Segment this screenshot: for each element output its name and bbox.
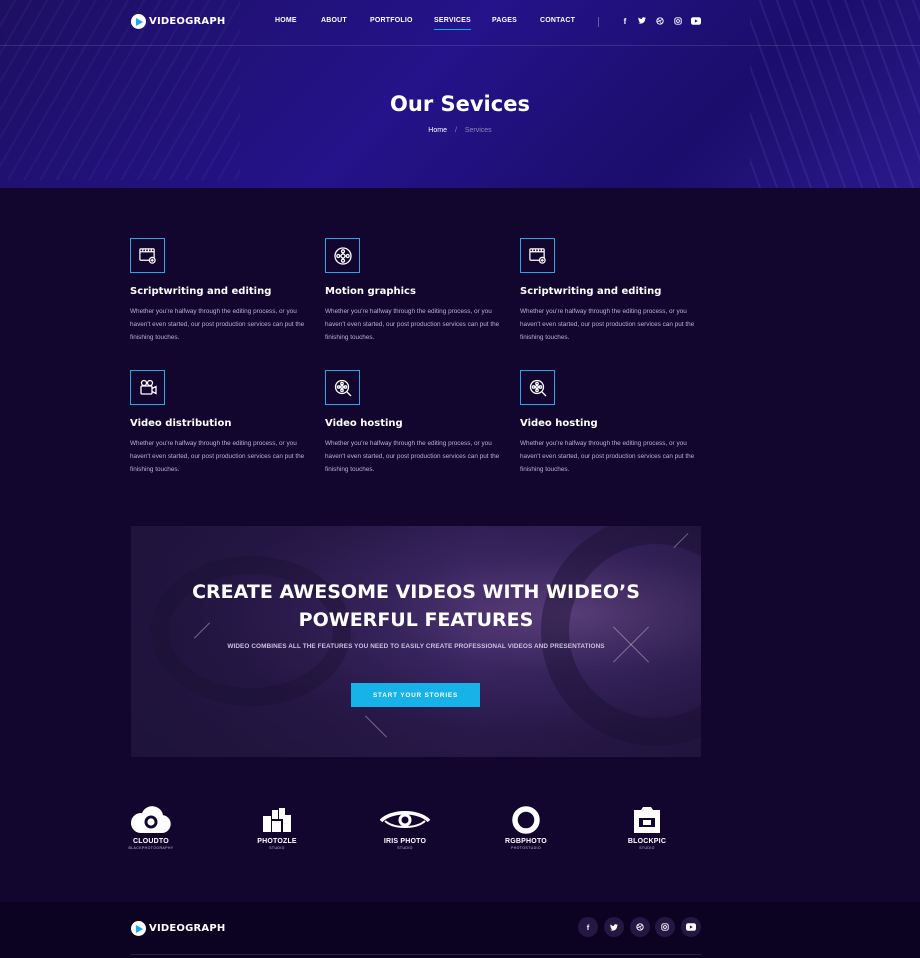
footer-logo[interactable]: VIDEOGRAPH [131,921,225,936]
nav-home[interactable]: HOME [275,17,297,24]
service-card: Scriptwriting and editing Whether you're… [520,238,705,344]
logo-text: VIDEOGRAPH [149,16,226,27]
partner-name: BLOCKPIC [627,838,667,845]
nav-portfolio[interactable]: PORTFOLIO [370,17,413,24]
nav-about[interactable]: ABOUT [321,17,347,24]
service-description: Whether you're halfway through the editi… [520,308,695,341]
page-title: Our Sevices [390,92,530,116]
footer-divider [131,954,701,955]
dribbble-icon[interactable] [655,17,665,28]
play-logo-icon [131,921,146,936]
breadcrumb-current: Services [464,127,492,134]
dribbble-icon[interactable] [630,917,650,937]
partner-logo[interactable]: PHOTOZLE STUDIO [237,805,317,850]
block-camera-icon [607,805,687,835]
partner-logo[interactable]: RGBPHOTO PHOTOSTUDIO [486,805,566,850]
cloud-camera-icon [111,805,191,835]
service-description: Whether you're halfway through the editi… [130,440,305,473]
eye-icon [365,805,445,835]
youtube-icon[interactable] [681,917,701,937]
service-card: Video hosting Whether you're halfway thr… [520,370,705,476]
nav-divider [598,17,599,27]
partner-tagline: BLACKPHOTOGRAPHY [128,846,174,850]
nav-contact[interactable]: CONTACT [540,17,575,24]
partner-logo[interactable]: CLOUDTO BLACKPHOTOGRAPHY [111,805,191,850]
breadcrumb: Home / Services [0,127,920,134]
service-card: Video hosting Whether you're halfway thr… [325,370,510,476]
partner-logo[interactable]: BLOCKPIC STUDIO [607,805,687,850]
youtube-icon[interactable] [691,17,701,28]
banner-subtitle: WIDEO COMBINES ALL THE FEATURES YOU NEED… [227,643,605,650]
partner-tagline: STUDIO [397,846,413,850]
service-title: Motion graphics [325,286,416,297]
banner-title: CREATE AWESOME VIDEOS WITH WIDEO’S POWER… [131,578,701,634]
service-title: Scriptwriting and editing [520,286,662,297]
storyboard-icon [520,238,555,273]
nav-services[interactable]: SERVICES [434,17,471,30]
instagram-icon[interactable] [655,917,675,937]
service-description: Whether you're halfway through the editi… [130,308,305,341]
breadcrumb-separator: / [454,127,457,134]
play-logo-icon [131,14,146,29]
film-reel-icon [325,238,360,273]
reel-search-icon [325,370,360,405]
site-footer: VIDEOGRAPH f [0,902,920,958]
service-card: Video distribution Whether you're halfwa… [130,370,315,476]
service-card: Scriptwriting and editing Whether you're… [130,238,315,344]
partner-name: IRIS PHOTO [383,838,427,845]
service-title: Scriptwriting and editing [130,286,272,297]
service-title: Video hosting [325,418,403,429]
start-stories-button[interactable]: START YOUR STORIES [351,683,480,707]
puzzle-blocks-icon [237,805,317,835]
cta-banner: CREATE AWESOME VIDEOS WITH WIDEO’S POWER… [131,526,701,757]
partner-tagline: STUDIO [639,846,655,850]
ring-icon [486,805,566,835]
partner-tagline: STUDIO [269,846,285,850]
service-description: Whether you're halfway through the editi… [325,308,500,341]
service-title: Video hosting [520,418,598,429]
service-card: Motion graphics Whether you're halfway t… [325,238,510,344]
nav-pages[interactable]: PAGES [492,17,517,24]
twitter-icon[interactable] [637,17,647,27]
service-description: Whether you're halfway through the editi… [520,440,695,473]
banner-overlay [131,526,701,757]
partner-logo[interactable]: IRIS PHOTO STUDIO [365,805,445,850]
partner-name: RGBPHOTO [505,838,547,845]
banner-title-line: POWERFUL FEATURES [298,609,534,631]
storyboard-icon [130,238,165,273]
service-description: Whether you're halfway through the editi… [325,440,500,473]
banner-title-line: CREATE AWESOME VIDEOS WITH WIDEO’S [192,581,640,603]
twitter-icon[interactable] [604,917,624,937]
partner-name: PHOTOZLE [257,838,297,845]
site-logo[interactable]: VIDEOGRAPH [131,14,225,29]
logo-text: VIDEOGRAPH [149,923,226,934]
breadcrumb-home[interactable]: Home [428,127,447,134]
facebook-icon[interactable]: f [578,917,598,937]
reel-search-icon [520,370,555,405]
partner-name: CLOUDTO [133,838,169,845]
top-navbar: VIDEOGRAPH HOME ABOUT PORTFOLIO SERVICES… [0,0,920,46]
page-header: VIDEOGRAPH HOME ABOUT PORTFOLIO SERVICES… [0,0,920,188]
video-camera-icon [130,370,165,405]
partner-tagline: PHOTOSTUDIO [510,846,541,850]
instagram-icon[interactable] [673,17,683,28]
service-title: Video distribution [130,418,232,429]
facebook-icon[interactable]: f [620,17,630,27]
